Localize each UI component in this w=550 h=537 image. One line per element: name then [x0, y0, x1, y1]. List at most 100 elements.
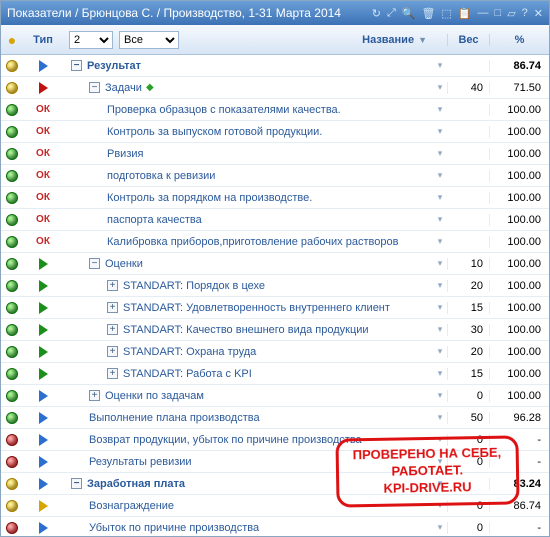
type-cell [23, 60, 63, 72]
toolbar-icon[interactable]: ⬚ [441, 7, 451, 20]
table-row[interactable]: +STANDART: Работа с KPI▾15100.00 [1, 363, 549, 385]
table-row[interactable]: ОКпаспорта качества▾100.00 [1, 209, 549, 231]
collapse-icon[interactable]: − [71, 60, 82, 71]
percent-cell: 100.00 [489, 170, 549, 182]
table-row[interactable]: Убыток по причине производства▾0- [1, 517, 549, 536]
toolbar-icon[interactable]: 🔍 [402, 7, 416, 20]
expand-icon[interactable]: + [107, 302, 118, 313]
row-menu-icon[interactable]: ▾ [433, 280, 447, 291]
header-status: ● [1, 32, 23, 48]
percent-cell: 100.00 [489, 346, 549, 358]
row-menu-icon[interactable]: ▾ [433, 170, 447, 181]
titlebar-toolbar: ↻ ⤢ 🔍 🗑 ⬚ 📋 — □ ▱? ✕ [372, 7, 543, 20]
expand-icon[interactable]: + [107, 346, 118, 357]
table-row[interactable]: −Результат▾86.74 [1, 55, 549, 77]
table-row[interactable]: Выполнение плана производства▾5096.28 [1, 407, 549, 429]
row-menu-icon[interactable]: ▾ [433, 126, 447, 137]
row-name-text: Убыток по причине производства [89, 522, 259, 534]
row-menu-icon[interactable]: ▾ [433, 456, 447, 467]
row-menu-icon[interactable]: ▾ [433, 148, 447, 159]
toolbar-icon[interactable]: ? [522, 7, 528, 20]
header-weight-label[interactable]: Вес [447, 34, 489, 46]
type-cell [23, 324, 63, 336]
row-menu-icon[interactable]: ▾ [433, 82, 447, 93]
collapse-icon[interactable]: − [89, 258, 100, 269]
name-cell: Рвизия [63, 148, 433, 160]
name-cell: −Оценки [63, 258, 433, 270]
expand-icon[interactable]: + [107, 368, 118, 379]
row-menu-icon[interactable]: ▾ [433, 258, 447, 269]
filter-select[interactable]: Все [119, 31, 179, 49]
header-pct-label[interactable]: % [489, 34, 549, 46]
type-cell [23, 456, 63, 468]
table-row[interactable]: +Оценки по задачам▾0100.00 [1, 385, 549, 407]
row-menu-icon[interactable]: ▾ [433, 500, 447, 511]
row-menu-icon[interactable]: ▾ [433, 214, 447, 225]
collapse-icon[interactable]: − [71, 478, 82, 489]
collapse-icon[interactable]: − [89, 82, 100, 93]
name-cell: Вознаграждение [63, 500, 433, 512]
table-row[interactable]: Результаты ревизии▾0- [1, 451, 549, 473]
row-menu-icon[interactable]: ▾ [433, 412, 447, 423]
row-menu-icon[interactable]: ▾ [433, 60, 447, 71]
status-light-icon [6, 148, 18, 160]
table-row[interactable]: −Заработная плата▾83.24 [1, 473, 549, 495]
table-row[interactable]: +STANDART: Охрана труда▾20100.00 [1, 341, 549, 363]
toolbar-icon[interactable]: ↻ [372, 7, 381, 20]
level-select[interactable]: 2 [69, 31, 113, 49]
row-menu-icon[interactable]: ▾ [433, 390, 447, 401]
table-row[interactable]: ОКподготовка к ревизии▾100.00 [1, 165, 549, 187]
expand-icon[interactable]: + [89, 390, 100, 401]
type-cell [23, 390, 63, 402]
expand-icon[interactable]: + [107, 280, 118, 291]
table-row[interactable]: Вознаграждение▾086.74 [1, 495, 549, 517]
title-bar: Показатели / Брюнцова С. / Производство,… [1, 1, 549, 25]
toolbar-icon[interactable]: 📋 [458, 7, 472, 20]
row-menu-icon[interactable]: ▾ [433, 324, 447, 335]
header-type-label[interactable]: Тип [23, 34, 63, 46]
arrow-icon [39, 522, 48, 534]
header-name-label[interactable]: Название ▼ [362, 34, 427, 46]
row-menu-icon[interactable]: ▾ [433, 236, 447, 247]
toolbar-icon[interactable]: ⤢ [387, 7, 396, 20]
row-menu-icon[interactable]: ▾ [433, 302, 447, 313]
status-cell [1, 522, 23, 534]
table-row[interactable]: Возврат продукции, убыток по причине про… [1, 429, 549, 451]
type-cell: ОК [23, 192, 63, 203]
row-name-text: Возврат продукции, убыток по причине про… [89, 434, 362, 446]
toolbar-icon[interactable]: □ [495, 7, 502, 20]
name-cell: Результаты ревизии [63, 456, 433, 468]
row-name-text: Контроль за выпуском готовой продукции. [107, 126, 322, 138]
row-menu-icon[interactable]: ▾ [433, 104, 447, 115]
toolbar-icon[interactable]: ✕ [534, 7, 543, 20]
weight-cell: 0 [447, 522, 489, 534]
expand-icon[interactable]: + [107, 324, 118, 335]
table-row[interactable]: −Задачи◆▾4071.50 [1, 77, 549, 99]
row-menu-icon[interactable]: ▾ [433, 346, 447, 357]
table-row[interactable]: −Оценки▾10100.00 [1, 253, 549, 275]
status-light-icon [6, 346, 18, 358]
table-row[interactable]: +STANDART: Порядок в цехе▾20100.00 [1, 275, 549, 297]
row-menu-icon[interactable]: ▾ [433, 434, 447, 445]
toolbar-icon[interactable]: ▱ [507, 7, 515, 20]
toolbar-icon[interactable]: — [478, 7, 489, 20]
toolbar-icon[interactable]: 🗑 [421, 7, 435, 20]
row-name-text: Контроль за порядком на производстве. [107, 192, 312, 204]
percent-cell: 100.00 [489, 104, 549, 116]
row-menu-icon[interactable]: ▾ [433, 192, 447, 203]
chevron-down-icon: ▼ [418, 35, 427, 45]
row-menu-icon[interactable]: ▾ [433, 368, 447, 379]
table-row[interactable]: ОКРвизия▾100.00 [1, 143, 549, 165]
table-row[interactable]: +STANDART: Удовлетворенность внутреннего… [1, 297, 549, 319]
row-menu-icon[interactable]: ▾ [433, 478, 447, 489]
status-cell [1, 368, 23, 380]
table-row[interactable]: ОК Контроль за порядком на производстве. ▾… [1, 187, 549, 209]
row-menu-icon[interactable]: ▾ [433, 522, 447, 533]
name-cell: Проверка образцов с показателями качеств… [63, 104, 433, 116]
table-row[interactable]: ОКПроверка образцов с показателями качес… [1, 99, 549, 121]
name-cell: −Задачи◆ [63, 82, 433, 94]
arrow-icon [39, 500, 48, 512]
table-row[interactable]: ОККалибровка приборов,приготовление рабо… [1, 231, 549, 253]
table-row[interactable]: +STANDART: Качество внешнего вида продук… [1, 319, 549, 341]
table-row[interactable]: ОККонтроль за выпуском готовой продукции… [1, 121, 549, 143]
